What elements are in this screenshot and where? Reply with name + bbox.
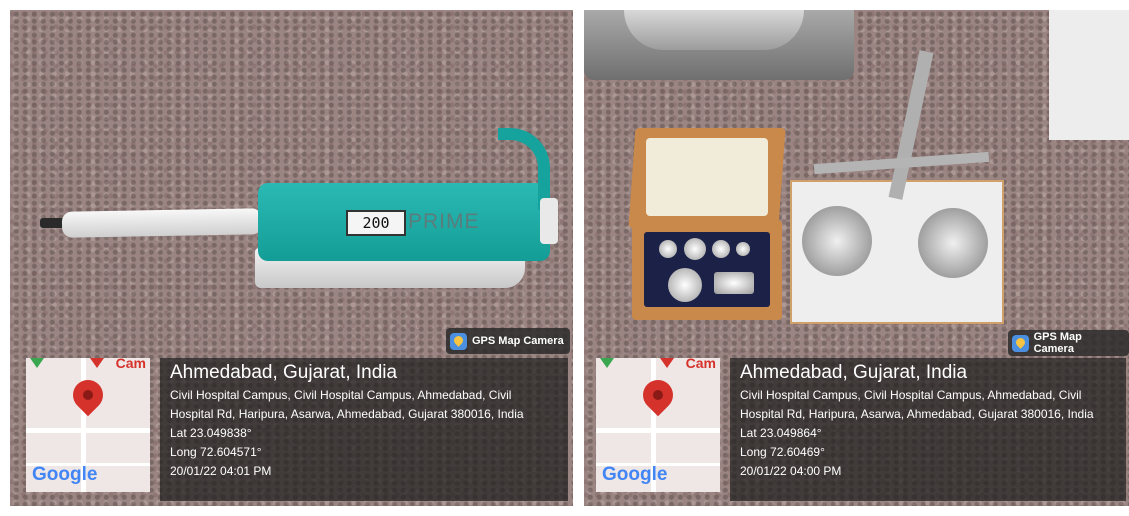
google-logo: Google <box>32 464 97 486</box>
timestamp: 20/01/22 04:01 PM <box>170 464 272 478</box>
address-line-1: Civil Hospital Campus, Civil Hospital Ca… <box>740 388 1082 402</box>
google-logo: Google <box>602 464 667 486</box>
photo-left: 200 PRIME GPS Map Camera Cam Google Ahme… <box>10 10 573 506</box>
wall-tile <box>1049 10 1129 140</box>
address-line-2: Hospital Rd, Haripura, Asarwa, Ahmedabad… <box>740 407 1094 421</box>
location-pin-icon <box>636 373 680 417</box>
map-marker-red-icon <box>90 358 104 368</box>
address-line-1: Civil Hospital Campus, Civil Hospital Ca… <box>170 388 512 402</box>
gps-badge-label: GPS Map Camera <box>472 335 564 347</box>
weight-box-lid-lining <box>646 138 768 216</box>
gps-map-camera-icon <box>1012 334 1029 352</box>
gps-badge-label: GPS Map Camera <box>1033 331 1082 355</box>
latitude: Lat 23.049864° <box>740 426 822 440</box>
photo-right: GPS Map Camera Cam Google Ahmedabad, Guj… <box>584 10 1129 506</box>
weight <box>712 240 730 258</box>
weight <box>659 240 677 258</box>
address-line-2: Hospital Rd, Haripura, Asarwa, Ahmedabad… <box>170 407 524 421</box>
google-wordmark: Google <box>32 464 98 485</box>
map-thumbnail: Cam Google <box>596 358 720 492</box>
location-info-panel: Ahmedabad, Gujarat, India Civil Hospital… <box>730 358 1126 501</box>
map-marker-green-icon <box>600 358 614 368</box>
map-thumbnail: Cam Google <box>26 358 150 492</box>
balance-pillar <box>888 50 934 200</box>
balance-pan-right <box>918 208 988 278</box>
pipette-shaft <box>61 208 263 238</box>
location-city: Ahmedabad, Gujarat, India <box>740 362 968 383</box>
weight <box>736 242 750 256</box>
sink <box>584 10 854 80</box>
longitude: Long 72.60469° <box>740 445 825 459</box>
location-pin-icon <box>66 373 110 417</box>
gps-map-camera-icon <box>450 332 467 350</box>
map-cam-label: Cam <box>685 358 716 371</box>
pipette-brand-label: PRIME <box>408 210 480 233</box>
map-cam-label: Cam <box>115 358 146 371</box>
location-city: Ahmedabad, Gujarat, India <box>170 362 398 383</box>
timestamp: 20/01/22 04:00 PM <box>740 464 842 478</box>
map-marker-green-icon <box>30 358 44 368</box>
gps-badge: GPS Map Camera <box>446 328 570 354</box>
pipette-volume-display: 200 <box>346 210 406 236</box>
sink-basin <box>624 10 804 50</box>
gps-badge: GPS Map Camera <box>1008 330 1129 356</box>
weight <box>668 268 702 302</box>
location-info-panel: Ahmedabad, Gujarat, India Civil Hospital… <box>160 358 568 501</box>
balance-pan-left <box>802 206 872 276</box>
latitude: Lat 23.049838° <box>170 426 252 440</box>
weight <box>714 272 754 294</box>
map-marker-red-icon <box>660 358 674 368</box>
map-road <box>596 428 720 433</box>
google-wordmark: Google <box>602 464 668 485</box>
weight <box>684 238 706 260</box>
longitude: Long 72.604571° <box>170 445 262 459</box>
pipette-cap <box>540 198 558 244</box>
map-road <box>26 428 150 433</box>
